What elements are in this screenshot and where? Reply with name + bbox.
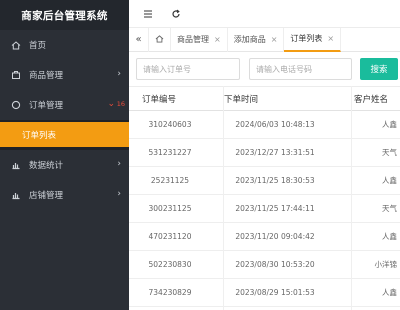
home-icon: [10, 40, 21, 51]
cell-order-no: 310240603: [148, 120, 192, 129]
table-row[interactable]: 470231120 2023/11/20 09:04:42 人鑫: [129, 223, 400, 251]
cell-customer: 天气: [382, 148, 397, 157]
order-icon: [10, 100, 21, 111]
cell-order-no: 502230830: [148, 260, 192, 269]
tab-label: 商品管理: [177, 35, 209, 44]
sidebar-item-orders[interactable]: 订单管理 ⌄ 16: [0, 90, 129, 120]
top-bar: [129, 0, 400, 28]
close-icon[interactable]: ×: [327, 34, 334, 43]
chart-icon: [10, 160, 21, 171]
chevron-down-icon: ⌄: [107, 99, 115, 109]
table-row[interactable]: 300231125 2023/11/25 17:44:11 天气: [129, 195, 400, 223]
divider: [223, 86, 224, 310]
table-header: 订单编号 下单时间 客户姓名: [129, 86, 400, 111]
cell-order-time: 2023/11/25 17:44:11: [235, 204, 315, 213]
cell-order-no: 531231227: [148, 148, 192, 157]
tab-add-product[interactable]: 添加商品 ×: [228, 27, 285, 52]
table-row[interactable]: 734230829 2023/08/29 15:01:53 人鑫: [129, 279, 400, 307]
sidebar-subitem-order-list[interactable]: 订单列表: [0, 122, 129, 147]
cell-order-no: 25231125: [150, 176, 190, 185]
product-icon: [10, 70, 21, 81]
refresh-icon[interactable]: [167, 5, 185, 23]
search-bar: 请输入订单号 请输入电话号码 搜索: [129, 52, 400, 86]
cell-order-time: 2024/06/03 10:48:13: [235, 120, 315, 129]
sidebar-item-label: 商品管理: [29, 71, 64, 81]
cell-customer: 小洋锦: [374, 260, 398, 269]
cell-customer: 人鑫: [382, 176, 397, 185]
sidebar-item-products[interactable]: 商品管理 ›: [0, 60, 129, 90]
cell-order-time: 2023/11/25 18:30:53: [235, 176, 315, 185]
cell-order-time: 2023/08/29 15:01:53: [235, 288, 315, 297]
cell-order-time: 2023/12/27 13:31:51: [235, 148, 315, 157]
cell-order-no: 734230829: [148, 288, 192, 297]
home-icon: [155, 34, 164, 45]
tab-label: 添加商品: [233, 35, 266, 44]
sidebar-item-label: 订单管理: [29, 101, 64, 111]
cell-order-no: 470231120: [148, 232, 192, 241]
tabs-prev-icon[interactable]: «: [129, 27, 149, 52]
chevron-right-icon: ›: [117, 189, 121, 199]
sidebar: 商家后台管理系统 首页 商品管理 › 订单管理 ⌄ 16 订单列表 数据统计 ›…: [0, 0, 129, 310]
tab-bar: « 商品管理 × 添加商品 × 订单列表 ×: [129, 27, 400, 52]
menu-toggle-icon[interactable]: [139, 5, 157, 23]
orders-table: 订单编号 下单时间 客户姓名 310240603 2024/06/03 10:4…: [129, 86, 400, 310]
tab-home[interactable]: [149, 27, 171, 52]
close-icon[interactable]: ×: [214, 35, 221, 44]
sidebar-item-shop[interactable]: 店铺管理 ›: [0, 180, 129, 210]
table-row[interactable]: 531231227 2023/12/27 13:31:51 天气: [129, 139, 400, 167]
cell-order-no: 300231125: [148, 204, 192, 213]
cell-customer: 天气: [382, 204, 397, 213]
sidebar-item-home[interactable]: 首页: [0, 30, 129, 60]
table-row[interactable]: 310240603 2024/06/03 10:48:13 人鑫: [129, 111, 400, 139]
column-header-order-no[interactable]: 订单编号: [129, 93, 211, 105]
brand-title: 商家后台管理系统: [0, 0, 129, 30]
column-header-order-time[interactable]: 下单时间: [211, 93, 339, 105]
shop-icon: [10, 190, 21, 201]
divider: [351, 86, 352, 310]
tab-order-list[interactable]: 订单列表 ×: [284, 27, 342, 52]
cell-customer: 人鑫: [382, 288, 397, 297]
tab-products[interactable]: 商品管理 ×: [171, 27, 228, 52]
table-row[interactable]: 25231125 2023/11/25 18:30:53 人鑫: [129, 167, 400, 195]
order-number-input[interactable]: 请输入订单号: [136, 58, 240, 80]
app: 商家后台管理系统 首页 商品管理 › 订单管理 ⌄ 16 订单列表 数据统计 ›…: [0, 0, 400, 310]
cell-order-time: 2023/11/20 09:04:42: [235, 232, 315, 241]
search-button[interactable]: 搜索: [360, 58, 398, 80]
order-count-badge: 16: [116, 100, 125, 108]
cell-customer: 人鑫: [382, 232, 397, 241]
column-header-customer[interactable]: 客户姓名: [339, 93, 400, 105]
chevron-right-icon: ›: [117, 159, 121, 169]
orders-submenu: 订单列表: [0, 120, 129, 150]
tab-label: 订单列表: [290, 34, 323, 43]
sidebar-item-stats[interactable]: 数据统计 ›: [0, 150, 129, 180]
cell-order-time: 2023/08/30 10:53:20: [235, 260, 315, 269]
sidebar-item-label: 首页: [29, 41, 47, 51]
sidebar-item-label: 数据统计: [29, 161, 64, 171]
cell-customer: 人鑫: [382, 120, 397, 129]
table-row[interactable]: 502230830 2023/08/30 10:53:20 小洋锦: [129, 251, 400, 279]
sidebar-item-label: 店铺管理: [29, 191, 64, 201]
phone-input[interactable]: 请输入电话号码: [249, 58, 352, 80]
close-icon[interactable]: ×: [271, 35, 278, 44]
chevron-right-icon: ›: [117, 69, 121, 79]
